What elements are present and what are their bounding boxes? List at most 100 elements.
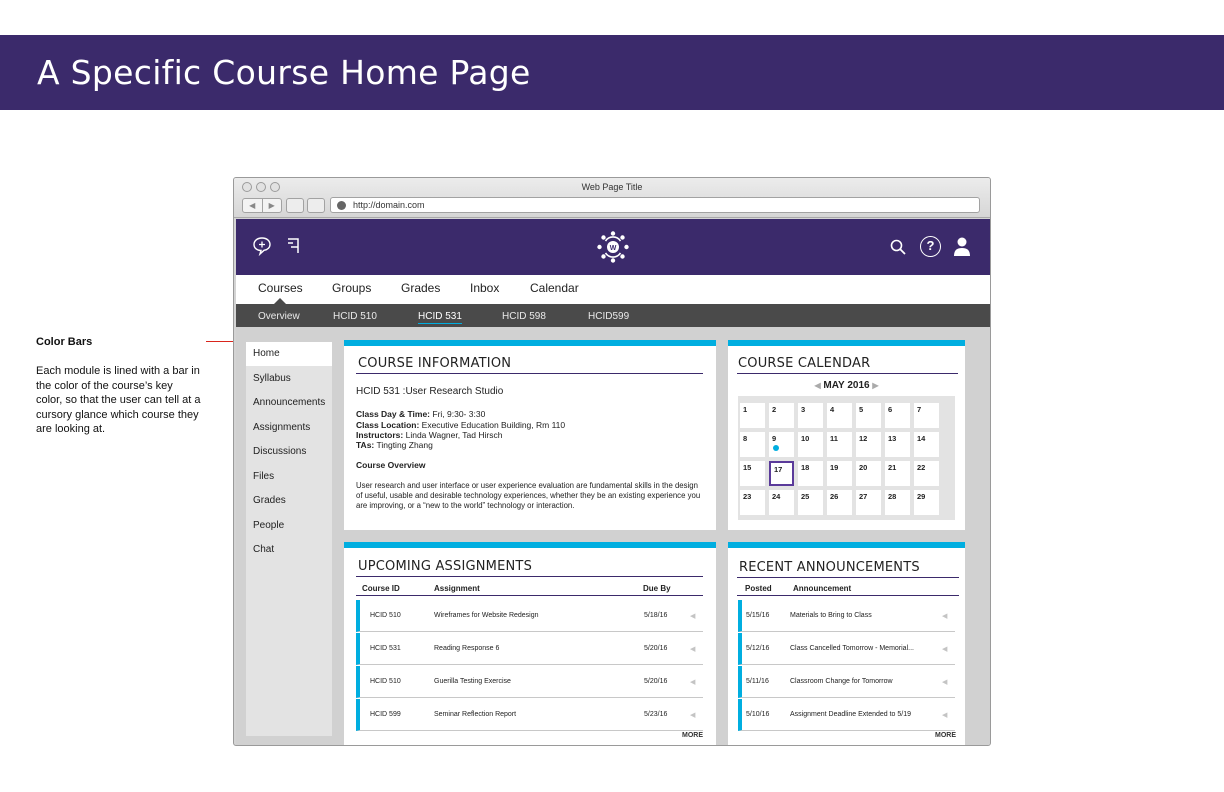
calendar-day[interactable]: 15 (740, 461, 765, 486)
sidebar-item-home[interactable]: Home (253, 348, 280, 359)
globe-icon (337, 201, 346, 210)
calendar-day[interactable]: 22 (914, 461, 939, 486)
user-icon[interactable] (952, 236, 972, 257)
announcement-row[interactable]: 5/15/16 Materials to Bring to Class ◀ (738, 600, 955, 632)
calendar-day[interactable]: 9 (769, 432, 794, 457)
history-buttons: ◀ ▶ (242, 198, 282, 213)
announcement-row[interactable]: 5/10/16 Assignment Deadline Extended to 5… (738, 699, 955, 731)
nav-groups[interactable]: Groups (332, 281, 371, 295)
calendar-day-today[interactable]: 17 (769, 461, 794, 486)
page-title: A Specific Course Home Page (37, 53, 531, 92)
calendar-day[interactable]: 23 (740, 490, 765, 515)
calendar-month: MAY 2016 (823, 380, 870, 391)
search-icon[interactable] (889, 238, 907, 256)
sidebar-item-files[interactable]: Files (253, 471, 274, 482)
announcement-cell: 5/10/16 (746, 711, 770, 718)
calendar-day[interactable]: 19 (827, 461, 852, 486)
assignment-cell: HCID 510 (370, 678, 401, 685)
subnav-hcid598[interactable]: HCID 598 (502, 311, 546, 322)
row-arrow-icon[interactable]: ◀ (690, 678, 695, 686)
calendar-day[interactable]: 29 (914, 490, 939, 515)
logo-icon[interactable]: W (596, 230, 630, 264)
course-color-bar (344, 542, 716, 548)
subnav-hcid599[interactable]: HCID599 (588, 311, 629, 322)
sidebar-item-syllabus[interactable]: Syllabus (253, 373, 291, 384)
calendar-day[interactable]: 3 (798, 403, 823, 428)
calendar-day[interactable]: 2 (769, 403, 794, 428)
back-button[interactable]: ◀ (243, 199, 263, 212)
title-rule (356, 373, 703, 374)
assignments-more-link[interactable]: MORE (682, 732, 703, 739)
sidebar-item-chat[interactable]: Chat (253, 544, 274, 555)
announcement-cell: 5/15/16 (746, 612, 770, 619)
row-arrow-icon[interactable]: ◀ (942, 711, 947, 719)
nav-courses[interactable]: Courses (258, 281, 303, 295)
header-rule (737, 595, 959, 596)
nav-calendar[interactable]: Calendar (530, 281, 579, 295)
main-nav: Courses Groups Grades Inbox Calendar (236, 275, 990, 304)
announcement-cell: Classroom Change for Tomorrow (790, 678, 893, 685)
row-arrow-icon[interactable]: ◀ (942, 612, 947, 620)
calendar-day[interactable]: 20 (856, 461, 881, 486)
calendar-day[interactable]: 8 (740, 432, 765, 457)
calendar-day[interactable]: 14 (914, 432, 939, 457)
tas-value: Tingting Zhang (374, 440, 433, 450)
sidebar-item-people[interactable]: People (253, 520, 284, 531)
help-icon[interactable]: ? (920, 236, 941, 257)
assignment-cell: Guerilla Testing Exercise (434, 678, 511, 685)
row-arrow-icon[interactable]: ◀ (942, 678, 947, 686)
calendar-day[interactable]: 10 (798, 432, 823, 457)
subnav-hcid510[interactable]: HCID 510 (333, 311, 377, 322)
assignment-row[interactable]: HCID 531 Reading Response 6 5/20/16 ◀ (356, 633, 703, 665)
calendar-day[interactable]: 26 (827, 490, 852, 515)
calendar-day[interactable]: 4 (827, 403, 852, 428)
page-banner: A Specific Course Home Page (0, 35, 1224, 110)
sidebar-item-grades[interactable]: Grades (253, 495, 286, 506)
calendar-day[interactable]: 25 (798, 490, 823, 515)
annotation-title: Color Bars (36, 336, 93, 348)
announcement-row[interactable]: 5/12/16 Class Cancelled Tomorrow - Memori… (738, 633, 955, 665)
calendar-day[interactable]: 7 (914, 403, 939, 428)
class-day-time-label: Class Day & Time: (356, 409, 431, 419)
instructors-value: Linda Wagner, Tad Hirsch (403, 430, 503, 440)
prev-month-button[interactable]: ◀ (814, 381, 820, 390)
calendar-day[interactable]: 24 (769, 490, 794, 515)
pin-icon[interactable] (285, 237, 301, 255)
calendar-day[interactable]: 1 (740, 403, 765, 428)
calendar-day[interactable]: 18 (798, 461, 823, 486)
chat-add-icon[interactable] (252, 236, 272, 256)
calendar-day[interactable]: 12 (856, 432, 881, 457)
url-bar[interactable]: http://domain.com (330, 197, 980, 213)
nav-grades[interactable]: Grades (401, 281, 440, 295)
calendar-month-nav: ◀ MAY 2016 ▶ (728, 380, 965, 391)
row-arrow-icon[interactable]: ◀ (942, 645, 947, 653)
assignment-cell: Seminar Reflection Report (434, 711, 517, 718)
calendar-day[interactable]: 28 (885, 490, 910, 515)
row-arrow-icon[interactable]: ◀ (690, 612, 695, 620)
calendar-day[interactable]: 21 (885, 461, 910, 486)
announcements-more-link[interactable]: MORE (935, 732, 956, 739)
next-month-button[interactable]: ▶ (872, 381, 878, 390)
sidebar-item-discussions[interactable]: Discussions (253, 446, 306, 457)
bookmark-button[interactable] (307, 198, 325, 213)
calendar-day[interactable]: 5 (856, 403, 881, 428)
calendar-day[interactable]: 13 (885, 432, 910, 457)
assignment-row[interactable]: HCID 510 Wireframes for Website Redesign 5… (356, 600, 703, 632)
calendar-day[interactable]: 6 (885, 403, 910, 428)
subnav-hcid531[interactable]: HCID 531 (418, 311, 462, 324)
subnav-overview[interactable]: Overview (258, 311, 300, 322)
share-button[interactable] (286, 198, 304, 213)
nav-inbox[interactable]: Inbox (470, 281, 499, 295)
assignment-row[interactable]: HCID 510 Guerilla Testing Exercise 5/20/16… (356, 666, 703, 698)
course-overview-label: Course Overview (356, 460, 426, 470)
sidebar-item-assignments[interactable]: Assignments (253, 422, 310, 433)
class-day-time: Class Day & Time: Fri, 9:30- 3:30 (356, 409, 485, 420)
assignment-row[interactable]: HCID 599 Seminar Reflection Report 5/23/16… (356, 699, 703, 731)
calendar-day[interactable]: 27 (856, 490, 881, 515)
sidebar-item-announcements[interactable]: Announcements (253, 397, 325, 408)
row-arrow-icon[interactable]: ◀ (690, 711, 695, 719)
announcement-row[interactable]: 5/11/16 Classroom Change for Tomorrow ◀ (738, 666, 955, 698)
calendar-day[interactable]: 11 (827, 432, 852, 457)
forward-button[interactable]: ▶ (263, 199, 282, 212)
row-arrow-icon[interactable]: ◀ (690, 645, 695, 653)
